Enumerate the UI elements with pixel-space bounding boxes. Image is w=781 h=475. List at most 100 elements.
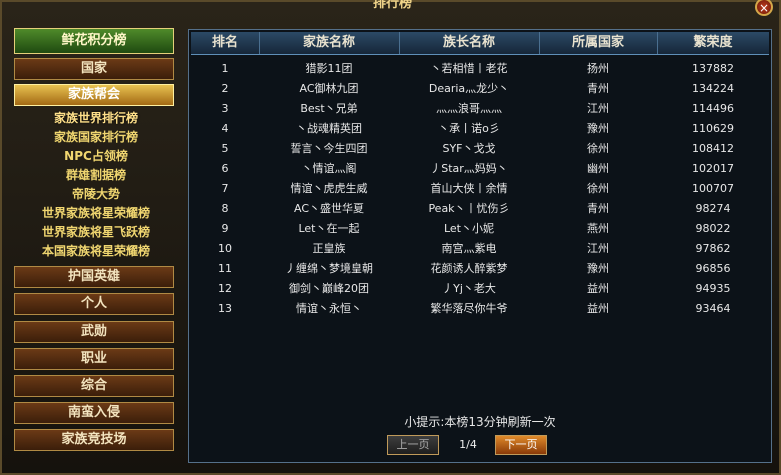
table-row[interactable]: 4 丶战魂精英团 丶承丨诺o彡 豫州 110629 (191, 119, 769, 139)
sub-item-country-star-glory[interactable]: 本国家族将星荣耀榜 (10, 242, 182, 261)
sidebar-item-family-arena[interactable]: 家族竞技场 (14, 429, 174, 451)
header-country[interactable]: 所属国家 (539, 32, 658, 54)
rank-cell: 3 (221, 102, 229, 115)
header-leader-name[interactable]: 族长名称 (399, 32, 540, 54)
family-name-cell: 御剑丶巅峰20团 (289, 282, 369, 295)
prosperity-cell: 114496 (692, 102, 734, 115)
sidebar-item-country[interactable]: 国家 (14, 58, 174, 80)
family-name-cell: 誓言丶今生四团 (290, 142, 368, 155)
sidebar-item-overall[interactable]: 综合 (14, 375, 174, 397)
rank-cell: 9 (221, 222, 229, 235)
sub-item-npc-occupy[interactable]: NPC占领榜 (10, 147, 182, 166)
leader-name-cell: 丶若相惜丨老花 (430, 62, 508, 75)
prosperity-cell: 97862 (695, 242, 731, 255)
flower-score-button[interactable]: 鲜花积分榜 (14, 28, 174, 54)
sidebar-item-profession[interactable]: 职业 (14, 348, 174, 370)
table-row[interactable]: 12 御剑丶巅峰20团 丿Yj丶老大 益州 94935 (191, 279, 769, 299)
table-row[interactable]: 1 猎影11团 丶若相惜丨老花 扬州 137882 (191, 59, 769, 79)
table-row[interactable]: 3 Best丶兄弟 灬灬浪哥灬灬 江州 114496 (191, 99, 769, 119)
sub-item-world-star-glory[interactable]: 世界家族将星荣耀榜 (10, 204, 182, 223)
sub-item-family-country-ranking[interactable]: 家族国家排行榜 (10, 128, 182, 147)
prosperity-cell: 94935 (695, 282, 731, 295)
rank-cell: 2 (221, 82, 229, 95)
family-name-cell: Best丶兄弟 (300, 102, 358, 115)
leader-name-cell: 丿Yj丶老大 (442, 282, 496, 295)
sidebar-item-merit[interactable]: 武勋 (14, 321, 174, 343)
family-name-cell: 正皇族 (312, 242, 346, 255)
rank-cell: 4 (221, 122, 229, 135)
prosperity-cell: 96856 (695, 262, 731, 275)
table-row[interactable]: 6 丶情谊灬阁 丿Star灬妈妈丶 幽州 102017 (191, 159, 769, 179)
header-prosperity[interactable]: 繁荣度 (657, 32, 769, 54)
country-cell: 幽州 (587, 162, 609, 175)
header-rank[interactable]: 排名 (191, 32, 260, 54)
family-name-cell: 情谊丶永恒丶 (296, 302, 362, 315)
close-button[interactable]: × (755, 0, 773, 16)
family-name-cell: 丶战魂精英团 (296, 122, 362, 135)
family-name-cell: 丿缠绵丶梦境皇朝 (285, 262, 373, 275)
table-row[interactable]: 9 Let丶在一起 Let丶小妮 燕州 98022 (191, 219, 769, 239)
country-cell: 青州 (587, 202, 609, 215)
rank-cell: 6 (221, 162, 229, 175)
table-row[interactable]: 13 情谊丶永恒丶 繁华落尽你牛爷 益州 93464 (191, 299, 769, 319)
rank-cell: 12 (218, 282, 232, 295)
sub-item-imperial-tomb[interactable]: 帝陵大势 (10, 185, 182, 204)
country-cell: 徐州 (587, 142, 609, 155)
table-row[interactable]: 10 正皇族 南宫灬紫电 江州 97862 (191, 239, 769, 259)
sidebar-item-barbarian-invasion[interactable]: 南蛮入侵 (14, 402, 174, 424)
sub-item-family-world-ranking[interactable]: 家族世界排行榜 (10, 109, 182, 128)
prosperity-cell: 108412 (692, 142, 734, 155)
sidebar: 鲜花积分榜 国家 家族帮会 家族世界排行榜 家族国家排行榜 NPC占领榜 群雄割… (10, 28, 182, 462)
prosperity-cell: 98274 (695, 202, 731, 215)
ranking-window: 排行榜 × 鲜花积分榜 国家 家族帮会 家族世界排行榜 家族国家排行榜 NPC占… (0, 0, 781, 475)
sub-item-warlords[interactable]: 群雄割据榜 (10, 166, 182, 185)
country-cell: 青州 (587, 82, 609, 95)
refresh-tip: 小提示:本榜13分钟刷新一次 (404, 415, 556, 429)
family-name-cell: 丶情谊灬阁 (301, 162, 357, 175)
prosperity-cell: 93464 (695, 302, 731, 315)
table-row[interactable]: 8 AC丶盛世华夏 Peak丶丨忧伤彡 青州 98274 (191, 199, 769, 219)
leader-name-cell: Peak丶丨忧伤彡 (428, 202, 510, 215)
next-page-button[interactable]: 下一页 (495, 435, 547, 455)
rank-cell: 13 (218, 302, 232, 315)
leader-name-cell: 南宫灬紫电 (441, 242, 497, 255)
country-cell: 江州 (587, 242, 609, 255)
table-row[interactable]: 11 丿缠绵丶梦境皇朝 花颜诱人醉紫梦 豫州 96856 (191, 259, 769, 279)
table-row[interactable]: 5 誓言丶今生四团 SYF丶戈戈 徐州 108412 (191, 139, 769, 159)
prosperity-cell: 110629 (692, 122, 734, 135)
leader-name-cell: 灬灬浪哥灬灬 (436, 102, 502, 115)
table-row[interactable]: 7 情谊丶虎虎生威 首山大侠丨余情 徐州 100707 (191, 179, 769, 199)
sub-item-world-star-leap[interactable]: 世界家族将星飞跃榜 (10, 223, 182, 242)
header-family-name[interactable]: 家族名称 (259, 32, 400, 54)
prev-page-button[interactable]: 上一页 (387, 435, 439, 455)
sidebar-item-guardian-hero[interactable]: 护国英雄 (14, 266, 174, 288)
family-name-cell: Let丶在一起 (298, 222, 360, 235)
rank-cell: 1 (221, 62, 229, 75)
country-cell: 江州 (587, 102, 609, 115)
sidebar-item-personal[interactable]: 个人 (14, 293, 174, 315)
leader-name-cell: Dearia灬龙少丶 (428, 82, 510, 95)
leader-name-cell: 丿Star灬妈妈丶 (430, 162, 508, 175)
table-row[interactable]: 2 AC御林九团 Dearia灬龙少丶 青州 134224 (191, 79, 769, 99)
pager: 上一页 1/4 下一页 (189, 435, 771, 457)
leader-name-cell: 繁华落尽你牛爷 (430, 302, 508, 315)
prosperity-cell: 137882 (692, 62, 734, 75)
leader-name-cell: 丶承丨诺o彡 (438, 122, 500, 135)
rank-cell: 7 (221, 182, 229, 195)
country-cell: 燕州 (587, 222, 609, 235)
page-indicator: 1/4 (459, 438, 477, 451)
sidebar-item-family-guild[interactable]: 家族帮会 (14, 84, 174, 106)
country-cell: 扬州 (587, 62, 609, 75)
prosperity-cell: 100707 (692, 182, 734, 195)
rank-cell: 8 (221, 202, 229, 215)
table-header: 排名 家族名称 族长名称 所属国家 繁荣度 (191, 32, 769, 55)
leader-name-cell: 首山大侠丨余情 (430, 182, 508, 195)
leader-name-cell: Let丶小妮 (443, 222, 494, 235)
family-name-cell: AC御林九团 (299, 82, 359, 95)
rank-cell: 10 (218, 242, 232, 255)
country-cell: 益州 (587, 302, 609, 315)
rank-cell: 11 (218, 262, 232, 275)
family-name-cell: AC丶盛世华夏 (293, 202, 364, 215)
family-name-cell: 猎影11团 (305, 62, 353, 75)
leader-name-cell: 花颜诱人醉紫梦 (430, 262, 508, 275)
